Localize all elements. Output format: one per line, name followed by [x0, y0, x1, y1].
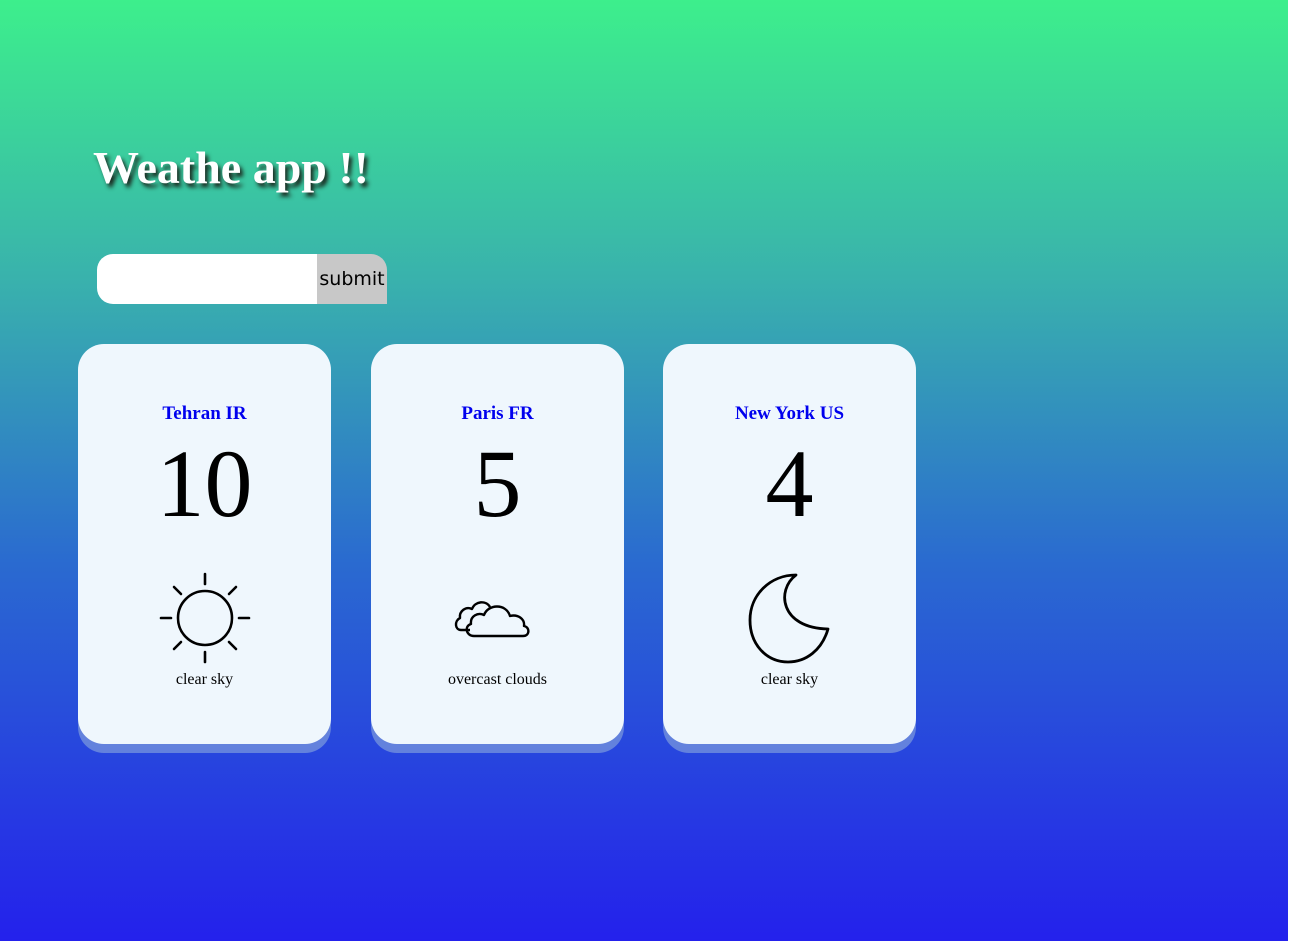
temperature: 4 — [765, 430, 814, 537]
city-search-input[interactable] — [97, 254, 317, 304]
temperature: 5 — [473, 430, 522, 537]
weather-description: overcast clouds — [447, 671, 548, 688]
sun-icon — [78, 570, 331, 666]
search-form: submit — [97, 254, 387, 304]
weather-card-tehran: Tehran IR 10 clear sky — [78, 344, 331, 744]
submit-button[interactable]: submit — [317, 254, 387, 304]
clouds-icon — [371, 570, 624, 666]
temperature: 10 — [156, 430, 253, 537]
weather-card-new-york: New York US 4 clear sky — [663, 344, 916, 744]
weather-card-paris: Paris FR 5 overcast clouds — [371, 344, 624, 744]
city-name: New York US — [734, 403, 845, 424]
city-name: Paris FR — [461, 403, 534, 424]
page-title: Weathe app !! — [93, 142, 369, 193]
weather-description: clear sky — [760, 671, 819, 688]
app-background: Weathe app !! submit Tehran IR 10 clear … — [0, 0, 1288, 941]
city-name: Tehran IR — [162, 403, 247, 424]
moon-icon — [663, 570, 916, 666]
weather-description: clear sky — [175, 671, 234, 688]
